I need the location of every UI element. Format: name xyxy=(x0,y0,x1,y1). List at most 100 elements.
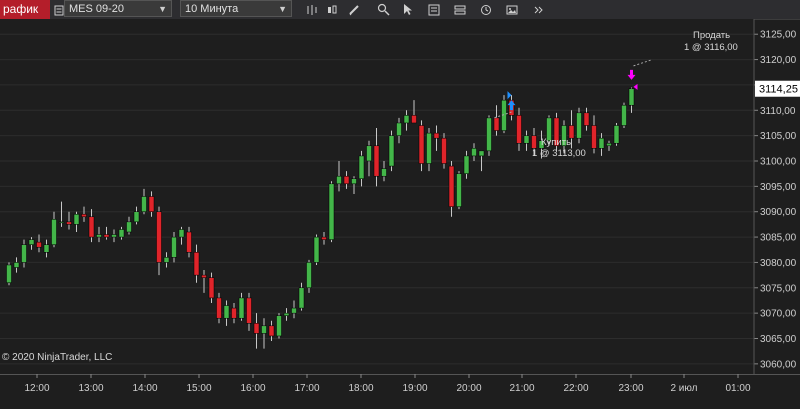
image-icon[interactable] xyxy=(504,2,520,17)
y-tick-label: 3075,00 xyxy=(760,283,797,294)
candle-down xyxy=(433,132,440,139)
list-icon[interactable] xyxy=(426,2,442,17)
candle-down xyxy=(418,125,425,164)
candle-down xyxy=(516,115,522,144)
price-axis[interactable]: 3060,00 3065,00 3070,00 3075,00 3080,00 3085,… xyxy=(753,19,800,374)
time-axis[interactable]: 12:00 13:00 14:00 15:00 16:00 17:00 18:00 19:00… xyxy=(0,374,800,409)
candle-up xyxy=(96,234,102,238)
candle-up xyxy=(486,117,492,152)
candle-up xyxy=(351,178,357,185)
candle-up xyxy=(171,236,177,258)
cursor-icon[interactable] xyxy=(400,2,416,17)
candle-up xyxy=(426,132,432,164)
candle-down xyxy=(88,216,95,238)
candle-up xyxy=(28,239,35,245)
candle-up xyxy=(388,135,395,167)
x-tick-label: 21:00 xyxy=(509,383,534,394)
buy-detail: 1 @ 3113,00 xyxy=(532,148,586,159)
instrument-value: MES 09-20 xyxy=(69,3,125,15)
candle-up xyxy=(576,112,582,139)
clock-icon[interactable] xyxy=(478,2,494,17)
candle-up xyxy=(306,262,312,289)
candle-down xyxy=(343,175,350,185)
y-tick-label: 3060,00 xyxy=(760,359,797,370)
candle-down xyxy=(373,145,380,177)
candle-up xyxy=(58,221,65,224)
candle-down xyxy=(193,252,200,276)
y-tick-label: 3090,00 xyxy=(760,207,797,218)
candle-up xyxy=(328,183,335,240)
candle-down xyxy=(411,115,417,124)
y-tick-label: 3110,00 xyxy=(760,106,796,117)
chart-grid xyxy=(0,19,754,374)
y-tick-label: 3105,00 xyxy=(760,131,797,142)
candle-up xyxy=(133,211,140,223)
chart-toolbar: рафик MES 09-20 ▼ 10 Минута ▼ xyxy=(0,0,800,20)
x-tick-label: 20:00 xyxy=(456,383,481,394)
candle-up xyxy=(126,221,132,233)
candle-down xyxy=(148,196,155,212)
candle-down xyxy=(156,211,162,263)
sell-detail: 1 @ 3116,00 xyxy=(684,42,738,53)
candle-up xyxy=(43,244,50,253)
interval-value: 10 Минута xyxy=(185,3,239,15)
candle-up xyxy=(456,173,462,207)
y-tick-label: 3120,00 xyxy=(760,55,797,66)
candle-up xyxy=(366,145,372,162)
magnifier-icon[interactable] xyxy=(375,2,391,17)
candle-down xyxy=(36,241,42,248)
candle-up xyxy=(606,143,612,147)
candle-up xyxy=(51,219,57,245)
last-price-label: 3114,25 xyxy=(759,84,798,96)
x-tick-label: 13:00 xyxy=(78,383,103,394)
candle-up xyxy=(381,168,387,177)
x-tick-label: 12:00 xyxy=(24,383,49,394)
x-tick-label: 15:00 xyxy=(186,383,211,394)
chevron-down-icon: ▼ xyxy=(278,4,287,14)
candle-down xyxy=(591,125,597,149)
chevron-down-icon: ▼ xyxy=(158,4,167,14)
candle-up xyxy=(276,315,282,337)
candle-down xyxy=(201,274,207,278)
x-tick-label: 18:00 xyxy=(348,383,373,394)
x-tick-label: 17:00 xyxy=(294,383,319,394)
candle-up xyxy=(13,262,20,268)
chart-tab[interactable]: рафик xyxy=(0,0,50,19)
candle-down xyxy=(448,165,455,207)
y-tick-label: 3125,00 xyxy=(760,30,797,41)
bar-chart-icon[interactable] xyxy=(304,2,320,17)
x-tick-label: 23:00 xyxy=(618,383,643,394)
candle-up xyxy=(523,135,530,144)
y-tick-label: 3080,00 xyxy=(760,258,797,269)
x-tick-label: 19:00 xyxy=(402,383,427,394)
rows-icon[interactable] xyxy=(452,2,468,17)
candle-up xyxy=(621,104,627,126)
y-tick-label: 3085,00 xyxy=(760,233,797,244)
interval-selector[interactable]: 10 Минута ▼ xyxy=(180,0,292,17)
candle-up xyxy=(403,115,410,124)
candle-down xyxy=(441,137,447,164)
candle-up xyxy=(598,137,605,149)
candle-down xyxy=(268,325,275,337)
candle-up xyxy=(238,297,245,319)
candle-down xyxy=(321,236,327,240)
candle-up xyxy=(163,257,170,263)
y-tick-label: 3095,00 xyxy=(760,182,797,193)
candle-down xyxy=(186,231,192,253)
candle-up xyxy=(223,305,230,319)
y-tick-label: 3070,00 xyxy=(760,309,797,320)
instrument-selector[interactable]: MES 09-20 ▼ xyxy=(64,0,172,17)
chevron-icon[interactable] xyxy=(530,2,546,17)
plot-area xyxy=(0,19,754,374)
candle-up xyxy=(478,150,485,157)
candlestick-icon[interactable] xyxy=(324,2,340,17)
candle-up xyxy=(336,175,342,185)
candle-down xyxy=(81,214,87,218)
candle-up xyxy=(73,214,80,225)
candle-down xyxy=(493,117,500,131)
x-tick-label: 01:00 xyxy=(725,383,750,394)
candle-down xyxy=(103,234,110,238)
pencil-icon[interactable] xyxy=(346,2,362,17)
price-chart[interactable]: 3060,00 3065,00 3070,00 3075,00 3080,00 3085,… xyxy=(0,19,800,374)
candle-down xyxy=(208,277,215,299)
